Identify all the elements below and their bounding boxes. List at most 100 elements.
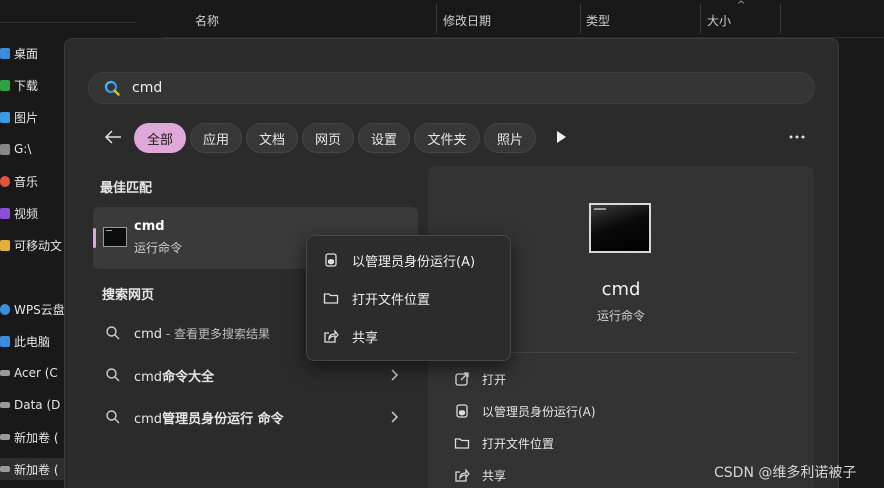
filter-chip-all[interactable]: 全部 — [134, 123, 186, 153]
column-separator[interactable] — [780, 4, 781, 34]
search-box[interactable] — [88, 72, 815, 104]
context-menu: 以管理员身份运行(A) 打开文件位置 共享 — [306, 235, 511, 361]
nav-item-label: 此电脑 — [14, 334, 51, 349]
web-search-heading: 搜索网页 — [102, 288, 155, 303]
nav-item-label: 图片 — [14, 110, 39, 125]
best-match-heading: 最佳匹配 — [100, 181, 153, 196]
column-modified-date[interactable]: 修改日期 — [443, 12, 491, 29]
web-search-label: cmd命令大全 — [134, 369, 215, 385]
menu-item-label: 打开文件位置 — [352, 292, 431, 308]
search-input[interactable] — [132, 80, 732, 96]
nav-item-drive-d[interactable]: Data (D — [0, 394, 66, 416]
desktop-icon — [0, 47, 10, 59]
nav-item-label: WPS云盘 — [14, 302, 65, 317]
filter-chip-web[interactable]: 网页 — [302, 123, 354, 153]
web-search-item[interactable]: cmd命令大全 — [93, 356, 418, 394]
action-label: 以管理员身份运行(A) — [482, 404, 596, 419]
nav-item-label: G:\ — [14, 142, 32, 156]
nav-item-label: Acer (C — [14, 366, 58, 380]
action-open-file-location[interactable]: 打开文件位置 — [454, 433, 554, 453]
nav-item-removable[interactable]: 可移动文 — [0, 234, 66, 256]
file-list-header: 名称 修改日期 类型 大小 ^ — [163, 0, 884, 38]
search-icon — [106, 368, 120, 382]
nav-item-label: 新加卷 ( — [14, 462, 59, 477]
chevron-right-icon[interactable] — [389, 411, 399, 423]
result-subtitle: 运行命令 — [134, 241, 183, 255]
menu-item-open-file-location[interactable]: 打开文件位置 — [311, 281, 507, 315]
folder-icon — [454, 438, 470, 449]
nav-item-g-drive[interactable]: G:\ — [0, 138, 66, 160]
search-icon — [104, 80, 120, 96]
open-external-icon — [455, 372, 469, 386]
column-separator[interactable] — [700, 4, 701, 34]
nav-item-label: 可移动文 — [14, 238, 63, 253]
share-icon — [324, 329, 339, 343]
nav-item-drive-c[interactable]: Acer (C — [0, 362, 66, 384]
web-search-item[interactable]: cmd管理员身份运行 命令 — [93, 398, 418, 436]
action-run-as-admin[interactable]: 以管理员身份运行(A) — [454, 401, 596, 421]
search-icon — [106, 326, 120, 340]
nav-item-music[interactable]: 音乐 — [0, 170, 66, 192]
sort-caret-icon: ^ — [737, 0, 746, 11]
column-separator[interactable] — [580, 4, 581, 34]
back-arrow-icon[interactable] — [102, 126, 124, 148]
filter-chip-settings[interactable]: 设置 — [358, 123, 410, 153]
disk-icon — [0, 434, 10, 440]
search-icon — [106, 410, 120, 424]
nav-item-label: 新加卷 ( — [14, 430, 59, 445]
more-options-icon[interactable] — [787, 131, 807, 143]
action-label: 共享 — [482, 468, 507, 483]
filter-chip-apps[interactable]: 应用 — [190, 123, 242, 153]
nav-item-label: Data (D — [14, 398, 61, 412]
column-size[interactable]: 大小 — [707, 12, 731, 29]
command-prompt-icon — [103, 227, 127, 247]
web-search-label: cmd - 查看更多搜索结果 — [134, 326, 271, 342]
pictures-icon — [0, 111, 10, 123]
action-share[interactable]: 共享 — [454, 465, 506, 485]
music-icon — [0, 175, 10, 187]
nav-item-new-volume[interactable]: 新加卷 ( — [0, 426, 66, 448]
nav-item-desktop[interactable]: 桌面 — [0, 42, 66, 64]
web-search-label: cmd管理员身份运行 命令 — [134, 411, 284, 427]
admin-shield-icon — [456, 404, 468, 418]
column-type[interactable]: 类型 — [586, 12, 610, 29]
column-name[interactable]: 名称 — [195, 12, 219, 29]
watermark: CSDN @维多利诺被子 — [714, 465, 857, 481]
nav-item-wps-cloud[interactable]: WPS云盘 — [0, 298, 66, 320]
nav-item-new-volume[interactable]: 新加卷 ( — [0, 458, 66, 480]
nav-item-label: 视频 — [14, 206, 39, 221]
folder-icon — [323, 293, 339, 304]
disk-icon — [0, 466, 10, 472]
cloud-icon — [0, 303, 10, 315]
nav-item-videos[interactable]: 视频 — [0, 202, 66, 224]
result-title: cmd — [134, 219, 165, 234]
nav-item-pictures[interactable]: 图片 — [0, 106, 66, 128]
disk-icon — [0, 370, 10, 376]
menu-item-label: 以管理员身份运行(A) — [352, 254, 476, 270]
menu-item-label: 共享 — [352, 330, 379, 346]
share-icon — [455, 468, 470, 482]
column-separator[interactable] — [436, 4, 437, 34]
admin-shield-icon — [325, 253, 337, 267]
drive-icon — [0, 143, 10, 155]
disk-icon — [0, 402, 10, 408]
nav-item-label: 桌面 — [14, 46, 39, 61]
filter-chip-documents[interactable]: 文档 — [246, 123, 298, 153]
filter-chip-photos[interactable]: 照片 — [484, 123, 536, 153]
play-icon[interactable] — [555, 130, 567, 144]
filter-chip-folders[interactable]: 文件夹 — [414, 123, 480, 153]
nav-item-downloads[interactable]: 下载 — [0, 74, 66, 96]
chevron-right-icon[interactable] — [389, 369, 399, 381]
folder-icon — [0, 239, 10, 251]
selection-indicator — [93, 228, 96, 248]
navigation-pane: 桌面 下载 图片 G:\ 音乐 视频 可移动文 WPS云盘 此电脑 Acer (… — [0, 38, 66, 488]
video-icon — [0, 207, 10, 219]
computer-icon — [0, 335, 10, 347]
action-open[interactable]: 打开 — [454, 369, 506, 389]
command-prompt-icon — [589, 203, 651, 253]
menu-item-run-as-admin[interactable]: 以管理员身份运行(A) — [311, 243, 507, 277]
menu-item-share[interactable]: 共享 — [311, 319, 507, 353]
download-icon — [0, 79, 10, 91]
nav-item-this-pc[interactable]: 此电脑 — [0, 330, 66, 352]
nav-item-label: 音乐 — [14, 174, 39, 189]
